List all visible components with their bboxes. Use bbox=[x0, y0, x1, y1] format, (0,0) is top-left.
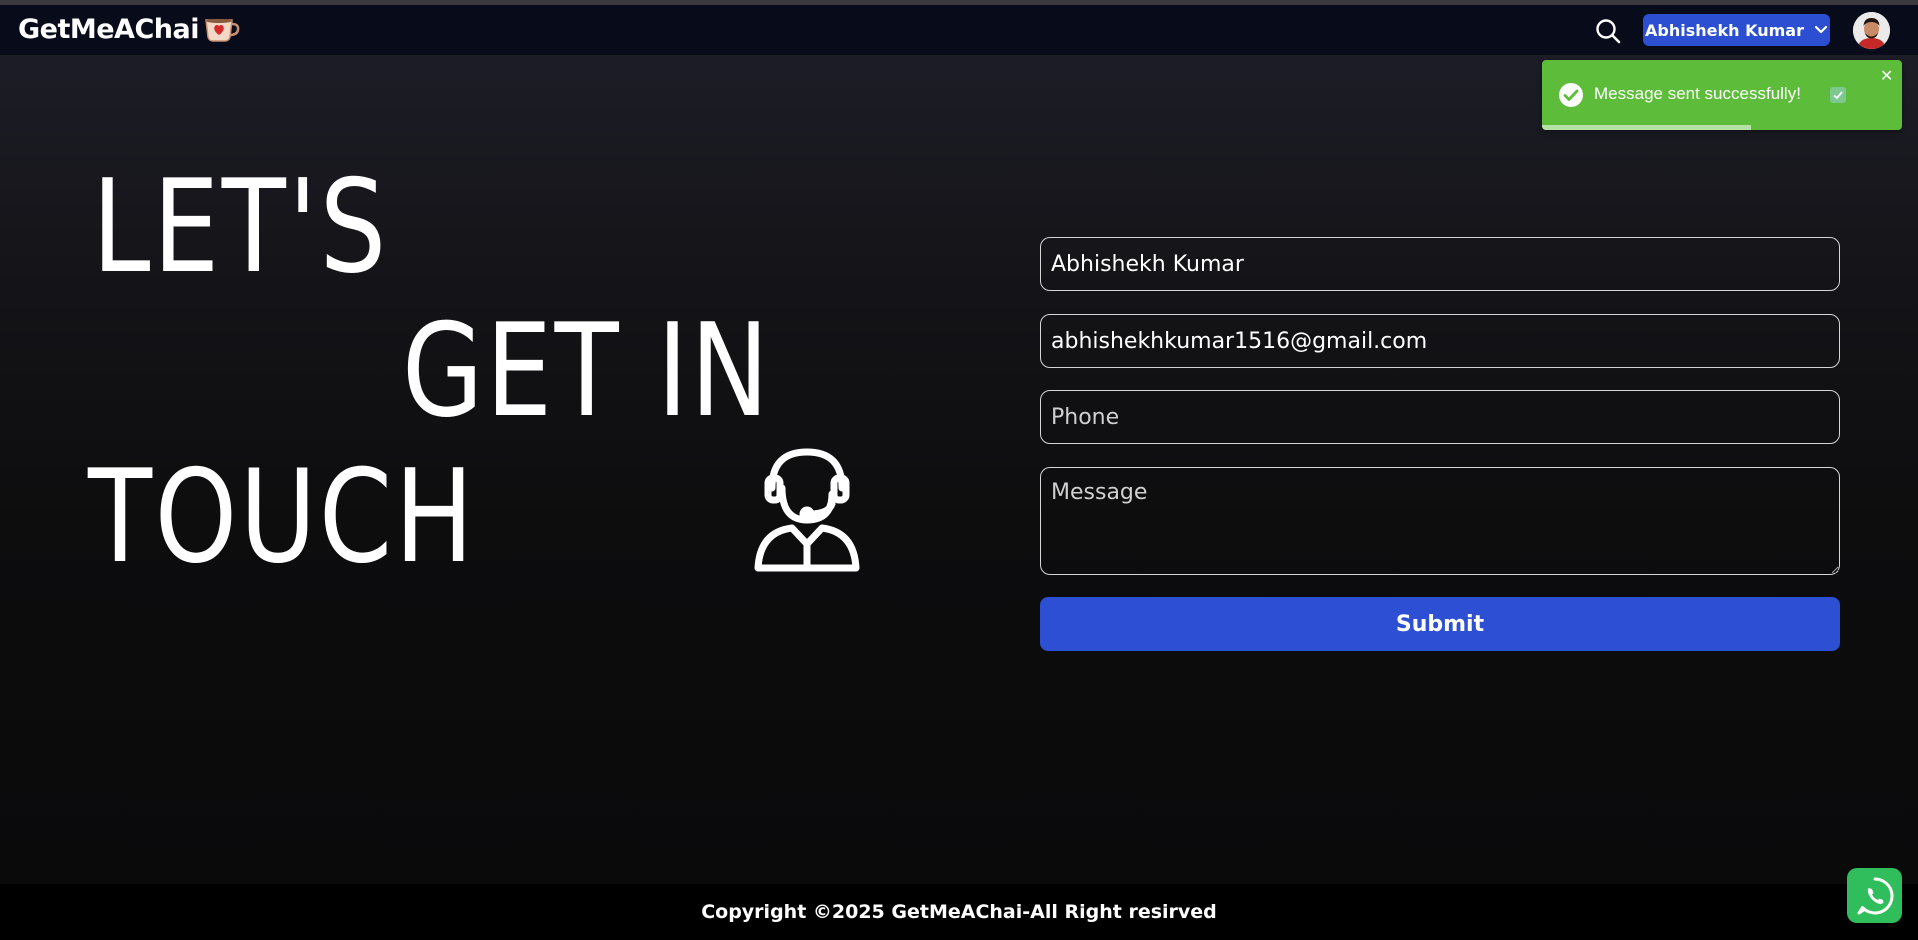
brand-logo[interactable]: GetMeAChai bbox=[18, 14, 241, 45]
search-icon[interactable] bbox=[1594, 17, 1622, 45]
email-field[interactable] bbox=[1040, 314, 1840, 368]
success-toast: Message sent successfully! ✕ bbox=[1542, 60, 1902, 130]
hero-word-touch: TOUCH bbox=[88, 443, 477, 592]
footer: Copyright ©2025 GetMeAChai-All Right res… bbox=[0, 884, 1918, 940]
phone-field[interactable] bbox=[1040, 390, 1840, 444]
whatsapp-button[interactable] bbox=[1847, 868, 1902, 923]
check-circle-icon bbox=[1559, 83, 1583, 107]
close-icon[interactable]: ✕ bbox=[1880, 66, 1893, 85]
avatar[interactable] bbox=[1853, 12, 1890, 49]
submit-button[interactable]: Submit bbox=[1040, 597, 1840, 651]
user-menu-label: Abhishekh Kumar bbox=[1645, 20, 1804, 40]
footer-copyright: Copyright ©2025 GetMeAChai-All Right res… bbox=[701, 901, 1217, 923]
teacup-heart-icon bbox=[205, 18, 240, 42]
message-field[interactable] bbox=[1040, 467, 1840, 575]
name-field[interactable] bbox=[1040, 237, 1840, 291]
hero-word-lets: LET'S bbox=[92, 153, 389, 302]
chevron-down-icon bbox=[1814, 25, 1828, 34]
whatsapp-icon bbox=[1857, 877, 1894, 914]
hero-word-get-in: GET IN bbox=[402, 297, 772, 446]
support-agent-icon bbox=[754, 448, 860, 572]
toast-progress-bar bbox=[1542, 125, 1751, 130]
user-menu-button[interactable]: Abhishekh Kumar bbox=[1643, 14, 1830, 46]
toast-message: Message sent successfully! bbox=[1594, 84, 1801, 103]
brand-name[interactable]: GetMeAChai bbox=[18, 14, 199, 45]
navbar: GetMeAChai Abhishekh Kumar bbox=[0, 5, 1918, 55]
check-mark-emoji-icon bbox=[1830, 87, 1846, 103]
